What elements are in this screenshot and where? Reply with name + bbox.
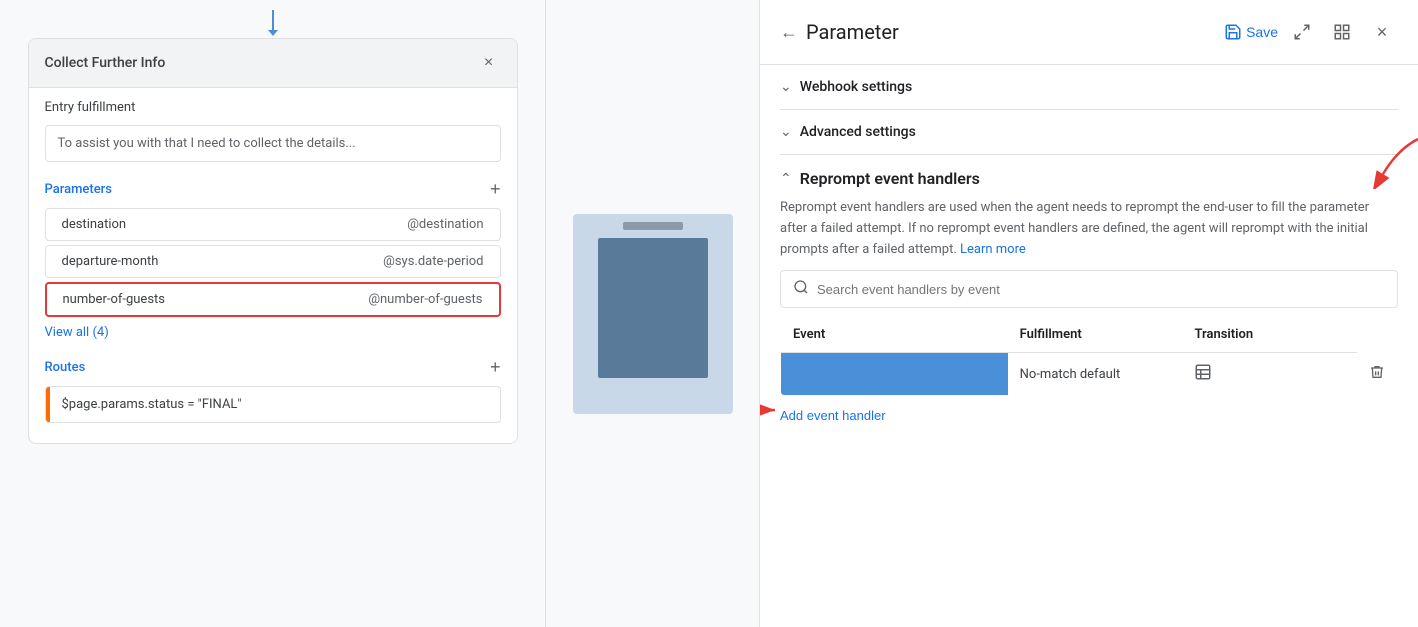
param-row-departure-month[interactable]: departure-month @sys.date-period — [45, 245, 501, 278]
phone-top-bar — [623, 222, 683, 230]
view-all-link[interactable]: View all (4) — [29, 321, 125, 344]
card-close-button[interactable]: × — [477, 51, 501, 75]
col-event: Event — [781, 317, 1008, 353]
param-value-departure-month: @sys.date-period — [383, 254, 483, 269]
route-text: $page.params.status = "FINAL" — [50, 387, 254, 422]
param-row-number-of-guests[interactable]: number-of-guests @number-of-guests — [45, 282, 501, 317]
save-button[interactable]: Save — [1224, 23, 1278, 41]
collect-further-info-card: Collect Further Info × Entry fulfillment… — [28, 38, 518, 444]
parameters-header: Parameters + — [29, 174, 517, 204]
reprompt-description: Reprompt event handlers are used when th… — [780, 198, 1398, 260]
grid-icon — [1333, 23, 1351, 41]
param-row-destination[interactable]: destination @destination — [45, 208, 501, 241]
save-icon — [1224, 23, 1242, 41]
entry-fulfillment-label: Entry fulfillment — [29, 88, 517, 121]
back-button[interactable]: ← — [780, 22, 798, 43]
right-content: ⌄ Webhook settings ⌄ Advanced settings ⌃… — [760, 65, 1418, 627]
param-name-destination: destination — [62, 217, 127, 232]
param-value-destination: @destination — [407, 217, 483, 232]
col-transition: Transition — [1182, 317, 1357, 353]
expand-button[interactable] — [1286, 16, 1318, 48]
phone-preview — [573, 214, 733, 414]
webhook-settings-title: Webhook settings — [800, 79, 912, 95]
advanced-settings-section: ⌄ Advanced settings — [780, 110, 1398, 155]
arrow-annotation-2 — [760, 390, 790, 430]
webhook-settings-header[interactable]: ⌄ Webhook settings — [780, 79, 1398, 95]
col-fulfillment: Fulfillment — [1008, 317, 1183, 353]
search-input[interactable] — [817, 282, 1385, 297]
connector-top — [272, 10, 274, 30]
param-name-departure-month: departure-month — [62, 254, 159, 269]
card-header: Collect Further Info × — [29, 39, 517, 88]
event-cell: No-match default — [1008, 353, 1183, 396]
learn-more-link[interactable]: Learn more — [960, 242, 1026, 257]
route-row[interactable]: $page.params.status = "FINAL" — [45, 386, 501, 423]
back-icon: ← — [780, 22, 798, 43]
expand-icon — [1293, 23, 1311, 41]
phone-body — [598, 238, 708, 378]
reprompt-title: Reprompt event handlers — [800, 169, 980, 188]
param-name-number-of-guests: number-of-guests — [63, 292, 166, 307]
webhook-settings-section: ⌄ Webhook settings — [780, 65, 1398, 110]
right-panel-header: ← Parameter Save — [760, 0, 1418, 65]
advanced-settings-header[interactable]: ⌄ Advanced settings — [780, 124, 1398, 140]
card-title: Collect Further Info — [45, 55, 166, 71]
advanced-settings-title: Advanced settings — [800, 124, 916, 140]
left-panel: Collect Further Info × Entry fulfillment… — [0, 0, 545, 627]
delete-row-button[interactable] — [1369, 364, 1385, 385]
fulfillment-cell[interactable] — [1182, 353, 1357, 396]
close-icon: × — [1377, 22, 1388, 43]
save-label: Save — [1246, 24, 1278, 40]
close-button[interactable]: × — [1366, 16, 1398, 48]
webhook-chevron-icon: ⌄ — [780, 79, 792, 95]
right-panel-title: Parameter — [806, 20, 1216, 44]
reprompt-section: ⌃ Reprompt event handlers Reprompt event… — [780, 155, 1398, 445]
right-panel: ← Parameter Save — [760, 0, 1418, 627]
routes-section: Routes + $page.params.status = "FINAL" — [29, 352, 517, 423]
table-row[interactable]: No-match default — [781, 353, 1398, 396]
reprompt-header: ⌃ Reprompt event handlers — [780, 169, 1398, 188]
event-table: Event Fulfillment Transition No-match de… — [780, 316, 1398, 396]
search-icon — [793, 279, 809, 299]
row-accent-cell — [781, 353, 1008, 396]
add-event-handler-button[interactable]: Add event handler — [780, 400, 886, 431]
advanced-chevron-icon: ⌄ — [780, 124, 792, 140]
routes-header: Routes + — [29, 352, 517, 382]
transition-cell — [1357, 353, 1398, 396]
entry-fulfillment-text[interactable]: To assist you with that I need to collec… — [45, 125, 501, 162]
fulfillment-icon — [1194, 366, 1212, 385]
add-route-button[interactable]: + — [490, 358, 501, 376]
add-handler-label: Add event handler — [780, 408, 886, 423]
right-panel-wrapper: ← Parameter Save — [760, 0, 1418, 627]
arrow-annotation-1 — [1348, 129, 1418, 189]
grid-button[interactable] — [1326, 16, 1358, 48]
add-parameter-button[interactable]: + — [490, 180, 501, 198]
reprompt-chevron-icon: ⌃ — [780, 171, 792, 187]
parameters-label: Parameters — [45, 182, 112, 197]
middle-panel — [545, 0, 760, 627]
search-box — [780, 270, 1398, 308]
routes-label: Routes — [45, 360, 86, 375]
param-value-number-of-guests: @number-of-guests — [368, 292, 482, 307]
